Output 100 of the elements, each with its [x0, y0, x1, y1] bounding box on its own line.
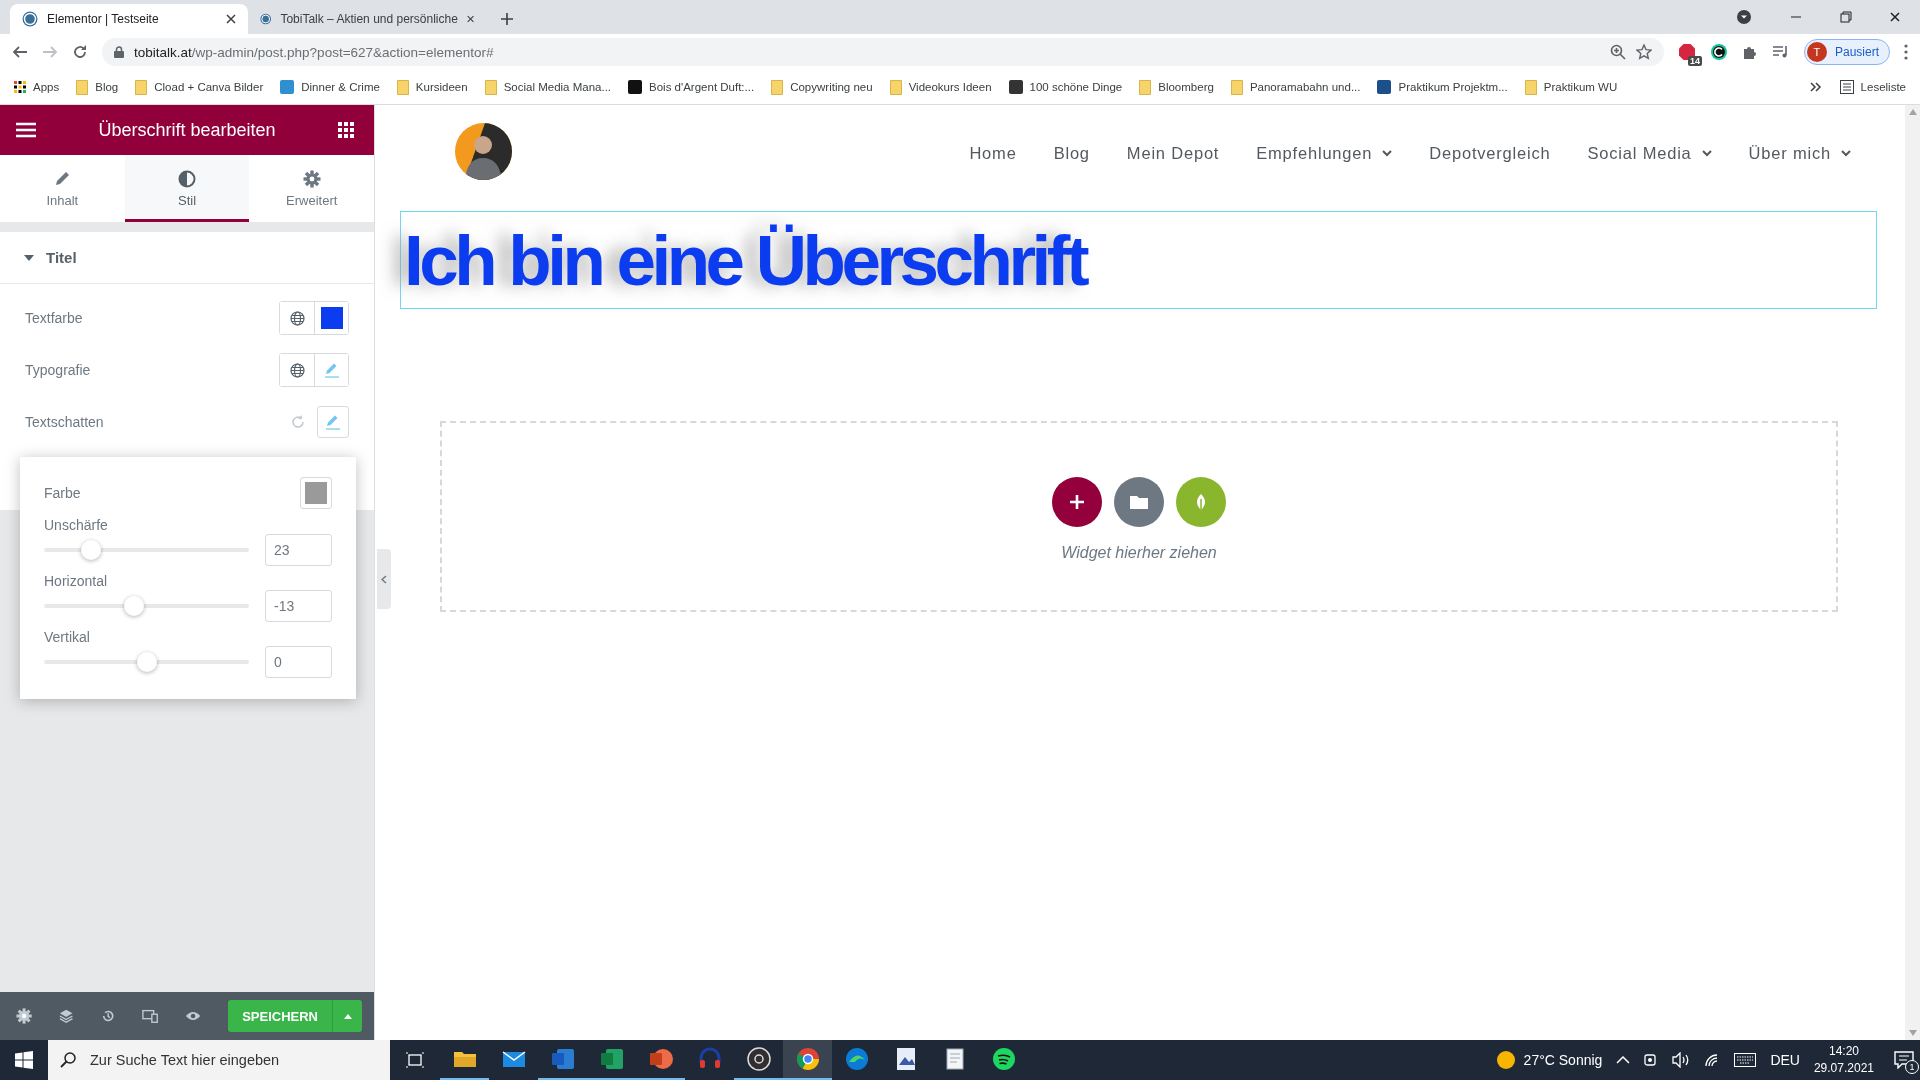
logo-avatar[interactable]: [455, 122, 512, 180]
bookmark[interactable]: Dinner & Crime: [280, 80, 380, 94]
tab-search-icon[interactable]: [1736, 9, 1752, 25]
responsive-icon[interactable]: [141, 1009, 158, 1023]
weather-text[interactable]: 27°C Sonnig: [1523, 1052, 1603, 1068]
windows-icon[interactable]: [15, 1051, 33, 1069]
collapse-handle[interactable]: [377, 549, 391, 609]
bookmark[interactable]: Videokurs Ideen: [889, 79, 992, 95]
nav-link[interactable]: Über mich: [1748, 143, 1851, 163]
gear-icon: [302, 169, 321, 188]
nav-link[interactable]: Depotvergleich: [1429, 143, 1551, 163]
slider[interactable]: [44, 540, 249, 560]
task-view-icon[interactable]: [406, 1052, 424, 1068]
media-queue-icon[interactable]: [1771, 44, 1790, 60]
bookmark[interactable]: Praktikum WU: [1524, 79, 1618, 95]
search-field[interactable]: Zur Suche Text hier eingeben: [48, 1040, 390, 1080]
number-field[interactable]: -13: [265, 590, 332, 622]
eye-icon[interactable]: [185, 1010, 202, 1022]
apps-grid-icon[interactable]: [338, 122, 354, 138]
puzzle-icon[interactable]: [1741, 44, 1758, 60]
bookmark[interactable]: 100 schöne Dinge: [1008, 80, 1123, 94]
keyboard-icon[interactable]: [1734, 1053, 1757, 1067]
circle-c-icon[interactable]: [1709, 43, 1728, 61]
bookmark[interactable]: Panoramabahn und...: [1230, 79, 1361, 95]
more-icon[interactable]: [1904, 44, 1908, 60]
close-icon[interactable]: [1890, 12, 1900, 22]
bookmark[interactable]: Social Media Mana...: [484, 79, 612, 95]
site-icon: [1377, 80, 1392, 94]
slider-thumb[interactable]: [81, 540, 102, 560]
zoom-icon[interactable]: [1609, 44, 1626, 60]
color-picker[interactable]: [314, 302, 348, 334]
badge-count: 14: [1687, 56, 1702, 66]
language-indicator[interactable]: DEU: [1770, 1052, 1800, 1068]
url-text: tobitalk.at/wp-admin/post.php?post=627&action=elementor#: [134, 44, 494, 60]
template-library-button[interactable]: [1114, 477, 1164, 527]
number-field[interactable]: 0: [265, 646, 332, 678]
site-icon: [280, 80, 295, 94]
pencil-icon: [323, 362, 340, 378]
bookmark[interactable]: Bois d'Argent Duft:...: [628, 80, 755, 94]
slider-thumb[interactable]: [124, 596, 145, 616]
folder-icon: [771, 79, 784, 95]
more-bookmarks-icon[interactable]: [1809, 82, 1822, 92]
add-section-button[interactable]: [1052, 477, 1102, 527]
site-icon: [1008, 80, 1023, 94]
control-label: Textschatten: [25, 414, 104, 430]
site-icon: [628, 80, 643, 94]
folder-icon: [1230, 79, 1243, 95]
restore-icon[interactable]: [1840, 11, 1852, 23]
browser-tab[interactable]: Elementor | Testseite: [10, 4, 248, 34]
address-bar[interactable]: tobitalk.at/wp-admin/post.php?post=627&action=elementor#: [102, 38, 1664, 66]
slider-thumb[interactable]: [136, 652, 157, 672]
star-icon[interactable]: [1635, 44, 1652, 60]
bookmark[interactable]: Kursideen: [396, 79, 468, 95]
clock[interactable]: 14:20 29.07.2021: [1813, 1043, 1874, 1077]
menu-icon[interactable]: [16, 122, 36, 138]
camera-icon[interactable]: [1644, 1052, 1659, 1068]
notification-count: 1: [1905, 1060, 1919, 1074]
bookmark[interactable]: Copywriting neu: [771, 79, 873, 95]
nav-link[interactable]: Home: [969, 143, 1017, 163]
bookmark[interactable]: Apps: [14, 81, 60, 93]
chevron-down-icon: [1841, 149, 1851, 157]
globe-icon: [289, 362, 305, 378]
section-header[interactable]: Titel: [0, 232, 374, 284]
profile-button[interactable]: T Pausiert: [1803, 39, 1890, 65]
globe-icon: [289, 310, 305, 326]
control-label: Typografie: [25, 362, 91, 378]
bookmark[interactable]: Blog: [76, 79, 119, 95]
slider-label: Unschärfe: [44, 517, 109, 533]
nav-link[interactable]: Blog: [1053, 143, 1090, 163]
slider[interactable]: [44, 596, 249, 616]
chevron-down-icon: [1382, 149, 1393, 157]
folder-icon: [1130, 495, 1148, 509]
leaf-icon: [1194, 493, 1208, 511]
number-field[interactable]: 23: [265, 534, 332, 566]
folder-icon: [396, 79, 409, 95]
panel-tab[interactable]: Stil: [124, 155, 250, 222]
chevron-up-icon[interactable]: [1616, 1056, 1631, 1064]
speaker-icon[interactable]: [1672, 1052, 1691, 1068]
heading-widget[interactable]: Ich bin eine Überschrift: [400, 211, 1877, 309]
search-icon: [60, 1052, 76, 1068]
bookmark[interactable]: Praktikum Projektm...: [1377, 80, 1508, 94]
settings-icon[interactable]: [16, 1007, 33, 1025]
new-tab-icon[interactable]: [500, 12, 514, 26]
notification-icon[interactable]: [1894, 1051, 1914, 1069]
close-icon[interactable]: [226, 14, 236, 24]
bookmark[interactable]: Bloomberg: [1139, 79, 1214, 95]
reading-list-button[interactable]: Leseliste: [1839, 80, 1906, 94]
browser-tab[interactable]: TobiTalk – Aktien und persönliche: [248, 4, 486, 34]
sun-icon[interactable]: [1495, 1050, 1516, 1070]
slider[interactable]: [44, 652, 249, 672]
bookmark[interactable]: Cload + Canva Bilder: [135, 79, 264, 95]
reload-icon[interactable]: [72, 44, 88, 60]
history-icon[interactable]: [100, 1008, 115, 1024]
nav-link[interactable]: Social Media: [1587, 143, 1712, 163]
close-icon[interactable]: [466, 14, 474, 24]
nav-link[interactable]: Mein Depot: [1126, 143, 1220, 163]
taskbar-button[interactable]: [783, 1040, 832, 1080]
back-icon[interactable]: [12, 44, 28, 60]
nav-link[interactable]: Empfehlungen: [1256, 143, 1393, 163]
layers-icon[interactable]: [59, 1008, 74, 1024]
